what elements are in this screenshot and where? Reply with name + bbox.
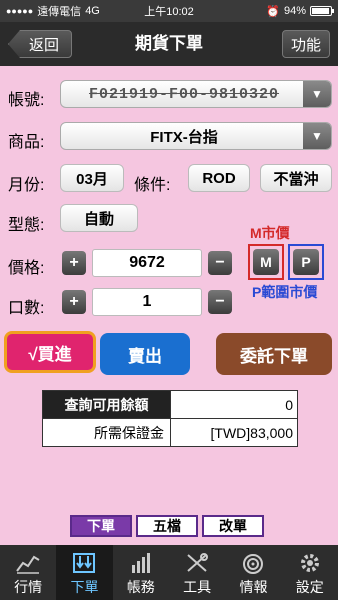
margin-value: [TWD]83,000 [170,418,298,447]
query-balance-button[interactable]: 查詢可用餘額 [42,390,171,419]
subtab-modify-order[interactable]: 改單 [202,515,264,537]
tab-label: 行情 [14,579,43,595]
tab-quotes[interactable]: 行情 [0,545,56,600]
available-balance-value: 0 [170,390,298,419]
quantity-input[interactable]: 1 [92,288,202,316]
bottom-tab-bar: 行情 下單 帳務 工具 情報 設定 [0,545,338,600]
dropdown-arrow-icon: ▼ [303,81,331,107]
product-select[interactable]: FITX-台指 ▼ [60,122,332,150]
tools-icon [187,553,209,572]
subtab-five-levels[interactable]: 五檔 [136,515,198,537]
account-label: 帳號: [8,92,45,109]
ledger-icon [131,553,150,573]
sub-tabs: 下單 五檔 改單 [70,515,264,537]
range-market-price-button-label: P [293,249,319,275]
quantity-label: 口數: [8,300,45,317]
tab-tools[interactable]: 工具 [169,545,225,600]
order-icon [73,553,96,573]
range-market-price-label: P範圍市價 [252,284,318,300]
condition-button[interactable]: ROD [188,164,250,192]
battery-percent: 94% [283,5,306,17]
account-select[interactable]: F021919-F00-9810320 ▼ [60,80,332,108]
price-label: 價格: [8,260,45,277]
market-price-button-label: M [253,249,279,275]
price-input[interactable]: 9672 [92,249,202,277]
table-row: 所需保證金 [TWD]83,000 [42,418,298,447]
type-button[interactable]: 自動 [60,204,138,232]
product-value: FITX-台指 [150,128,218,146]
function-button[interactable]: 功能 [282,30,330,58]
tab-label: 工具 [183,579,212,595]
buy-button[interactable]: √買進 [4,331,96,373]
status-bar: ●●●●● 遠傳電信 4G 上午10:02 ⏰ 94% [0,0,338,22]
tab-ledger[interactable]: 帳務 [113,545,169,600]
range-market-price-button[interactable]: P [288,244,324,280]
account-info-table: 查詢可用餘額 0 所需保證金 [TWD]83,000 [42,390,298,447]
month-label: 月份: [8,177,45,194]
account-value: F021919-F00-9810320 [88,85,280,103]
table-row: 查詢可用餘額 0 [42,390,298,419]
tab-order[interactable]: 下單 [56,545,113,600]
month-button[interactable]: 03月 [60,164,124,192]
price-plus-button[interactable]: + [62,251,86,275]
tab-label: 情報 [239,579,268,595]
market-price-button[interactable]: M [248,244,284,280]
market-price-label: M市價 [250,225,290,241]
tab-settings[interactable]: 設定 [282,545,338,600]
tab-label: 帳務 [126,579,155,595]
chart-icon [16,555,40,574]
margin-label: 所需保證金 [42,418,171,447]
quantity-plus-button[interactable]: + [62,290,86,314]
battery-icon [310,6,334,16]
gear-icon [300,554,319,572]
condition-label: 條件: [134,177,171,194]
type-label: 型態: [8,217,45,234]
quantity-minus-button[interactable]: − [208,290,232,314]
news-icon [243,554,264,574]
price-minus-button[interactable]: − [208,251,232,275]
back-button[interactable]: 返回 [8,30,72,58]
subtab-order[interactable]: 下單 [70,515,132,537]
tab-news[interactable]: 情報 [225,545,281,600]
daytrade-button[interactable]: 不當沖 [260,164,332,192]
sell-button[interactable]: 賣出 [100,333,190,375]
tab-label: 設定 [295,579,324,595]
alarm-icon: ⏰ [266,5,280,18]
product-label: 商品: [8,134,45,151]
dropdown-arrow-icon: ▼ [303,123,331,149]
submit-order-button[interactable]: 委託下單 [216,333,332,375]
nav-bar: 期貨下單 返回 功能 [0,22,338,66]
tab-label: 下單 [70,579,99,595]
